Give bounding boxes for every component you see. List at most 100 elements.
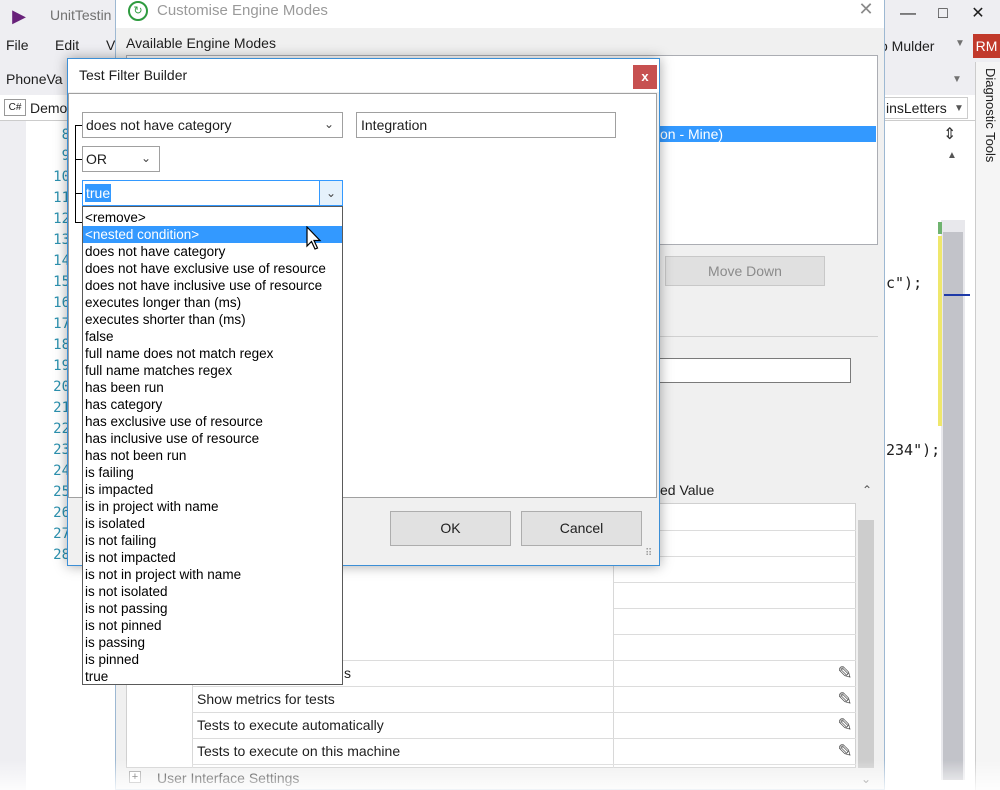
dropdown-option[interactable]: has not been run [85,447,341,464]
edit-pencil-icon[interactable]: ✎ [834,714,856,736]
grid-row-divider [192,712,856,713]
engine-mode-item-selected[interactable]: on - Mine) [656,126,876,142]
close-icon[interactable]: ✕ [963,2,993,26]
condition-2-combo[interactable] [82,180,343,206]
signed-in-user-name[interactable]: o Mulder [880,38,934,54]
dropdown-option[interactable]: is not failing [85,532,341,549]
code-fragment: c"); [886,274,923,292]
dropdown-option[interactable]: full name matches regex [85,362,341,379]
resize-grip-icon[interactable]: ⠿ [645,548,652,559]
grid-row-divider [614,634,856,635]
menu-view[interactable]: V [106,37,115,53]
ok-button[interactable]: OK [390,511,511,546]
table-row[interactable]: Tests to execute on this machine [197,743,400,759]
maximize-icon[interactable]: □ [928,2,958,26]
project-combo[interactable]: PhoneVa [6,71,63,87]
engine-mode-name-input[interactable] [658,358,851,383]
table-row[interactable]: Tests to execute automatically [197,717,384,733]
tree-connector [75,125,82,126]
csharp-file-icon: C# [4,99,26,116]
dropdown-option[interactable]: is failing [85,464,341,481]
dropdown-option[interactable]: <remove> [85,209,341,226]
dropdown-option[interactable]: executes longer than (ms) [85,294,341,311]
dropdown-option[interactable]: does not have category [85,243,341,260]
table-row[interactable]: Show metrics for tests [197,691,335,707]
grid-row-divider [614,608,856,609]
code-fragment: 234"); [886,441,941,459]
dropdown-option[interactable]: executes shorter than (ms) [85,311,341,328]
dropdown-option[interactable]: is not isolated [85,583,341,600]
tfb-title: Test Filter Builder [79,67,188,83]
grid-scrollbar-thumb[interactable] [858,520,874,768]
dropdown-option[interactable]: is not pinned [85,617,341,634]
dropdown-option[interactable]: is isolated [85,515,341,532]
editor-scrollbar-thumb[interactable] [943,232,963,780]
dropdown-option[interactable]: has category [85,396,341,413]
move-down-button[interactable]: Move Down [665,256,825,286]
visual-studio-logo-icon: ▶ [12,6,26,26]
avatar[interactable]: RM [973,34,1000,58]
tree-connector [75,125,76,223]
tree-connector [75,222,82,223]
table-row[interactable]: s [344,665,351,681]
toolbar-chevron-down-icon[interactable]: ▼ [952,74,962,85]
user-chevron-down-icon[interactable]: ▼ [955,38,965,49]
dropdown-option[interactable]: does not have inclusive use of resource [85,277,341,294]
dropdown-option[interactable]: full name does not match regex [85,345,341,362]
condition-1-chevron-down-icon[interactable]: ⌄ [324,117,334,131]
grid-sort-icon[interactable]: ⌃ [862,483,872,497]
condition-1-combo[interactable]: does not have category [82,112,343,138]
ncrunch-icon: ↻ [128,1,148,21]
edit-pencil-icon[interactable]: ✎ [834,662,856,684]
caret-position-marker [944,294,970,296]
tree-connector [75,193,82,194]
condition-1-value-input[interactable]: Integration [356,112,616,138]
grid-row-divider [192,738,856,739]
change-marker-unsaved [938,236,942,426]
cem-title: Customise Engine Modes [157,2,328,19]
cancel-button[interactable]: Cancel [521,511,642,546]
dropdown-option[interactable]: has inclusive use of resource [85,430,341,447]
cem-divider [660,336,878,337]
condition-2-selected-text[interactable]: true [85,184,112,202]
tree-connector [75,159,82,160]
dropdown-option[interactable]: is not impacted [85,549,341,566]
operator-chevron-down-icon[interactable]: ⌄ [141,151,151,165]
editor-scroll-up-icon[interactable]: ▲ [947,150,957,161]
dropdown-option[interactable]: <nested condition> [83,226,342,243]
dropdown-option[interactable]: is not in project with name [85,566,341,583]
dropdown-option[interactable]: true [85,668,341,685]
cem-close-icon[interactable]: ✕ [855,0,877,21]
grid-scroll-down-icon[interactable]: ⌄ [861,772,871,786]
dropdown-option[interactable]: is pinned [85,651,341,668]
menu-edit[interactable]: Edit [55,37,79,53]
condition-2-chevron-down-icon[interactable]: ⌄ [319,181,342,205]
edit-pencil-icon[interactable]: ✎ [834,740,856,762]
dropdown-option[interactable]: is passing [85,634,341,651]
file-scope-dropdown[interactable]: Demo [30,100,67,116]
tfb-close-button[interactable]: x [633,65,657,89]
member-chevron-down-icon[interactable]: ▼ [954,103,964,114]
menu-file[interactable]: File [6,37,29,53]
mouse-cursor-icon [306,226,322,250]
dropdown-option[interactable]: is not passing [85,600,341,617]
expand-plus-icon[interactable]: + [129,771,141,783]
dropdown-option[interactable]: does not have exclusive use of resource [85,260,341,277]
edit-pencil-icon[interactable]: ✎ [834,688,856,710]
dropdown-option[interactable]: false [85,328,341,345]
editor-gutter [0,121,26,790]
grid-row-divider [192,686,856,687]
diagnostic-tools-tab[interactable]: Diagnostic Tools [978,68,998,198]
grid-header-value-label: ed Value [660,482,715,498]
change-marker-saved [938,222,942,234]
minimize-icon[interactable]: — [893,2,923,26]
vs-window-title: UnitTestin [50,7,112,23]
dropdown-option[interactable]: has exclusive use of resource [85,413,341,430]
split-editor-icon[interactable]: ⇕ [943,124,956,144]
dropdown-option[interactable]: is impacted [85,481,341,498]
dropdown-option[interactable]: is in project with name [85,498,341,515]
grid-row-divider [614,582,856,583]
grid-row-divider [192,764,856,765]
dropdown-option[interactable]: has been run [85,379,341,396]
user-interface-settings-group[interactable]: User Interface Settings [157,770,299,786]
